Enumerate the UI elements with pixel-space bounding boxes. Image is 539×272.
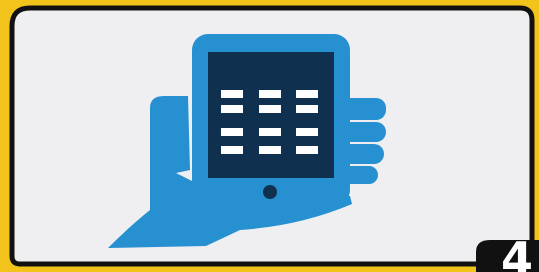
grid-cell — [296, 128, 318, 136]
grid-cell — [221, 128, 243, 136]
badge-number: 4 — [500, 232, 533, 272]
grid-cell — [221, 105, 243, 113]
tablet-icon — [192, 34, 350, 206]
tile-graphic — [9, 5, 539, 272]
grid-cell — [259, 146, 281, 154]
tile: 4 — [0, 0, 539, 272]
tablet-screen — [208, 52, 334, 178]
grid-cell — [259, 105, 281, 113]
grid-cell — [296, 146, 318, 154]
tablet-home-button — [263, 185, 277, 199]
grid-cell — [296, 105, 318, 113]
grid-cell — [221, 146, 243, 154]
grid-cell — [259, 128, 281, 136]
grid-cell — [221, 90, 243, 98]
grid-cell — [259, 90, 281, 98]
grid-cell — [296, 90, 318, 98]
